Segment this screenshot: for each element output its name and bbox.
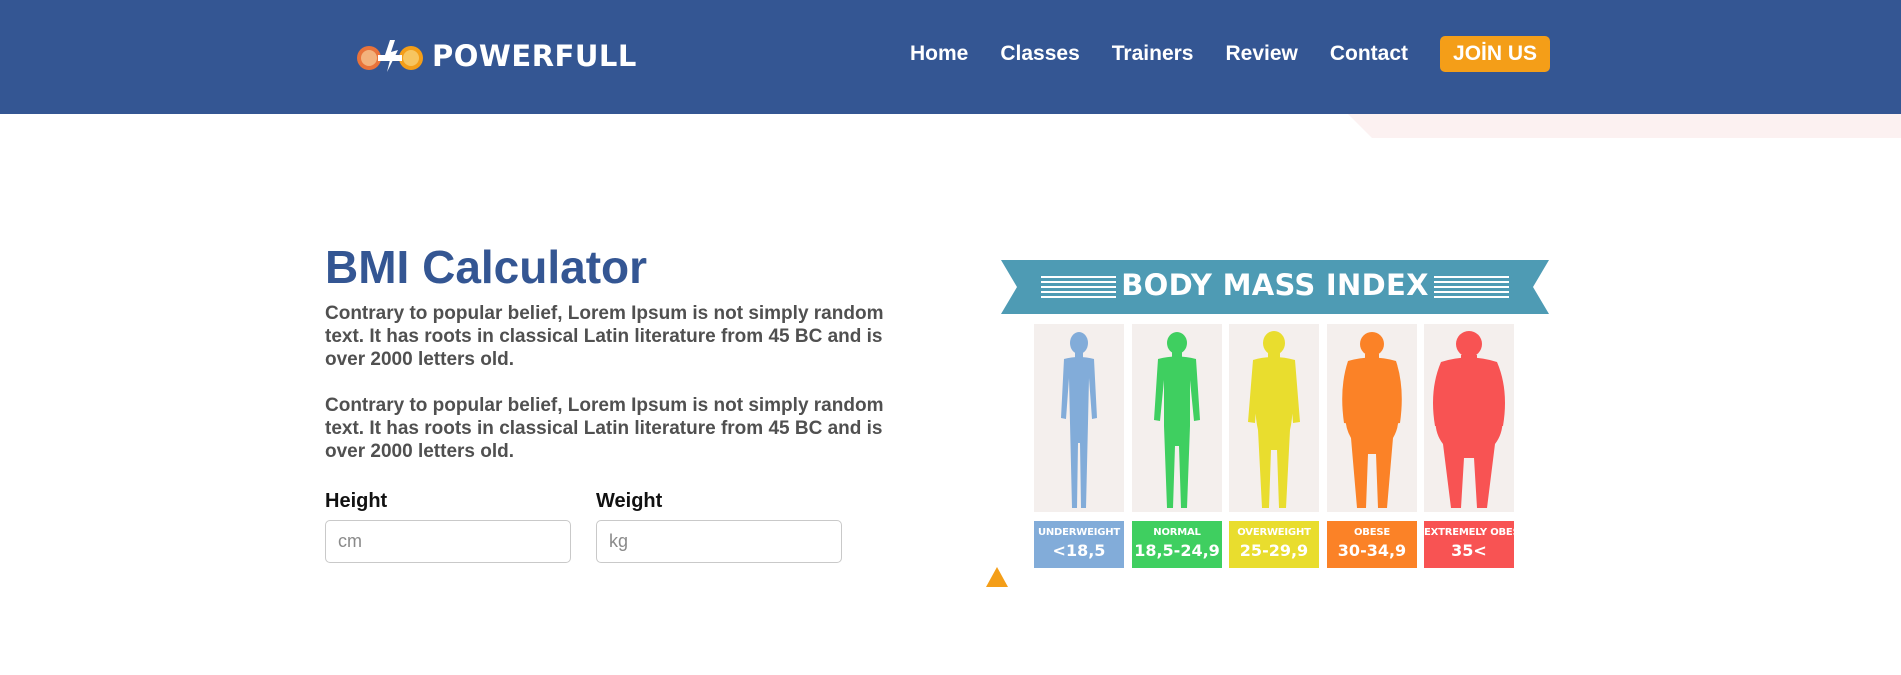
nav-review[interactable]: Review [1225, 42, 1297, 66]
category-range-overweight: 25-29,9 [1239, 541, 1309, 560]
site-header: POWERFULL Home Classes Trainers Review C… [0, 0, 1901, 114]
category-range-normal: 18,5-24,9 [1134, 541, 1220, 560]
category-range-extremely-obese: 35< [1451, 541, 1487, 560]
page-title: BMI Calculator [325, 241, 648, 293]
bmi-chart-title: BODY MASS INDEX [1121, 268, 1429, 302]
category-name-extremely-obese: EXTREMELY OBESE [1424, 527, 1527, 538]
brand-name: POWERFULL [432, 39, 637, 73]
nav-contact[interactable]: Contact [1330, 42, 1408, 66]
category-name-underweight: UNDERWEIGHT [1037, 527, 1121, 538]
main-nav: Home Classes Trainers Review Contact JOİ… [910, 36, 1551, 72]
dumbbell-icon [357, 40, 423, 72]
category-range-underweight: <18,5 [1052, 541, 1106, 560]
height-input[interactable] [325, 520, 571, 563]
category-name-obese: OBESE [1354, 527, 1390, 538]
intro-paragraph-2: Contrary to popular belief, Lorem Ipsum … [325, 395, 884, 462]
brand-logo[interactable]: POWERFULL [354, 38, 637, 74]
scroll-up-arrow[interactable] [986, 567, 1008, 587]
nav-trainers[interactable]: Trainers [1112, 42, 1194, 66]
nav-classes[interactable]: Classes [1000, 42, 1079, 66]
category-name-overweight: OVERWEIGHT [1237, 527, 1311, 538]
join-us-button[interactable]: JOİN US [1440, 36, 1551, 72]
weight-label: Weight [596, 490, 663, 512]
intro-paragraph-1: Contrary to popular belief, Lorem Ipsum … [325, 303, 884, 370]
bmi-infographic-art [1001, 260, 1549, 568]
category-name-normal: NORMAL [1153, 527, 1201, 538]
decorative-strip [1348, 114, 1901, 138]
nav-home[interactable]: Home [910, 42, 968, 66]
weight-input[interactable] [596, 520, 842, 563]
category-range-obese: 30-34,9 [1337, 541, 1407, 560]
height-label: Height [325, 490, 388, 512]
bmi-infographic: BODY MASS INDEX UNDERWEIGHT <18,5 NORMAL… [1001, 258, 1549, 568]
